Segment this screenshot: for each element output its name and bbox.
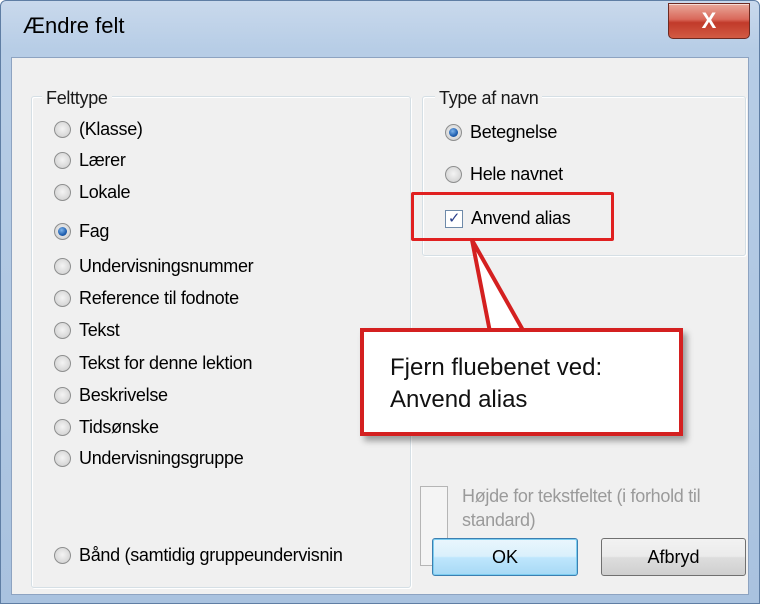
close-icon: X — [701, 8, 717, 33]
dialog-client-area: Felttype (Klasse) Lærer Lokale Fag Under… — [11, 57, 749, 595]
radio-option-beskrivelse[interactable]: Beskrivelse — [54, 385, 168, 406]
radio-option-fag[interactable]: Fag — [54, 221, 109, 242]
ok-button-label: OK — [491, 546, 518, 567]
radio-button[interactable] — [54, 355, 71, 372]
type-af-navn-group-label: Type af navn — [435, 88, 543, 109]
callout-line-1: Fjern fluebenet ved: — [390, 354, 603, 381]
radio-label: Tidsønske — [79, 417, 159, 437]
radio-label: Reference til fodnote — [79, 288, 239, 308]
radio-option-reference-til-fodnote[interactable]: Reference til fodnote — [54, 288, 239, 309]
afbryd-button[interactable]: Afbryd — [601, 538, 746, 576]
radio-option-klasse[interactable]: (Klasse) — [54, 119, 143, 140]
radio-option-tekst-for-denne-lektion[interactable]: Tekst for denne lektion — [54, 353, 253, 374]
radio-button[interactable] — [54, 258, 71, 275]
radio-button[interactable] — [54, 419, 71, 436]
felttype-group-label: Felttype — [42, 88, 112, 109]
radio-label: Hele navnet — [470, 164, 563, 184]
radio-option-undervisningsnummer[interactable]: Undervisningsnummer — [54, 256, 254, 277]
callout-text: Fjern fluebenet ved: Anvend alias — [390, 352, 602, 416]
radio-option-baand[interactable]: Bånd (samtidig gruppeundervisnin — [54, 545, 343, 566]
radio-button[interactable] — [54, 184, 71, 201]
radio-button[interactable] — [54, 322, 71, 339]
radio-button-selected[interactable] — [445, 124, 462, 141]
radio-label: Bånd (samtidig gruppeundervisnin — [79, 545, 343, 565]
highlight-box — [411, 192, 614, 241]
radio-button[interactable] — [54, 152, 71, 169]
radio-button[interactable] — [54, 547, 71, 564]
radio-option-undervisningsgruppe[interactable]: Undervisningsgruppe — [54, 448, 244, 469]
radio-option-hele-navnet[interactable]: Hele navnet — [445, 164, 563, 185]
callout-seam — [492, 332, 522, 338]
radio-label: Beskrivelse — [79, 385, 168, 405]
radio-button-selected[interactable] — [54, 223, 71, 240]
radio-option-tekst[interactable]: Tekst — [54, 320, 120, 341]
radio-option-lokale[interactable]: Lokale — [54, 182, 131, 203]
callout-box: Fjern fluebenet ved: Anvend alias — [360, 328, 683, 436]
dialog-title: Ændre felt — [23, 13, 125, 38]
radio-label: Undervisningsnummer — [79, 256, 254, 276]
titlebar[interactable]: Ændre felt X — [1, 1, 759, 57]
radio-button[interactable] — [445, 166, 462, 183]
close-button[interactable]: X — [668, 3, 750, 39]
radio-button[interactable] — [54, 450, 71, 467]
dialog-window: Ændre felt X Felttype (Klasse) Lærer Lok… — [0, 0, 760, 604]
radio-option-tidsoenske[interactable]: Tidsønske — [54, 417, 159, 438]
ok-button[interactable]: OK — [432, 538, 578, 576]
radio-label: Lærer — [79, 150, 126, 170]
radio-button[interactable] — [54, 290, 71, 307]
radio-option-betegnelse[interactable]: Betegnelse — [445, 122, 557, 143]
afbryd-button-label: Afbryd — [647, 546, 700, 567]
radio-label: (Klasse) — [79, 119, 143, 139]
radio-button[interactable] — [54, 387, 71, 404]
radio-label: Tekst for denne lektion — [79, 353, 253, 373]
radio-label: Undervisningsgruppe — [79, 448, 244, 468]
radio-label: Fag — [79, 221, 110, 241]
radio-button[interactable] — [54, 121, 71, 138]
radio-label: Lokale — [79, 182, 131, 202]
callout-line-2: Anvend alias — [390, 386, 528, 413]
radio-label: Tekst — [79, 320, 120, 340]
hoejde-label: Højde for tekstfeltet (i forhold til sta… — [462, 486, 701, 530]
radio-option-laerer[interactable]: Lærer — [54, 150, 126, 171]
radio-label: Betegnelse — [470, 122, 558, 142]
